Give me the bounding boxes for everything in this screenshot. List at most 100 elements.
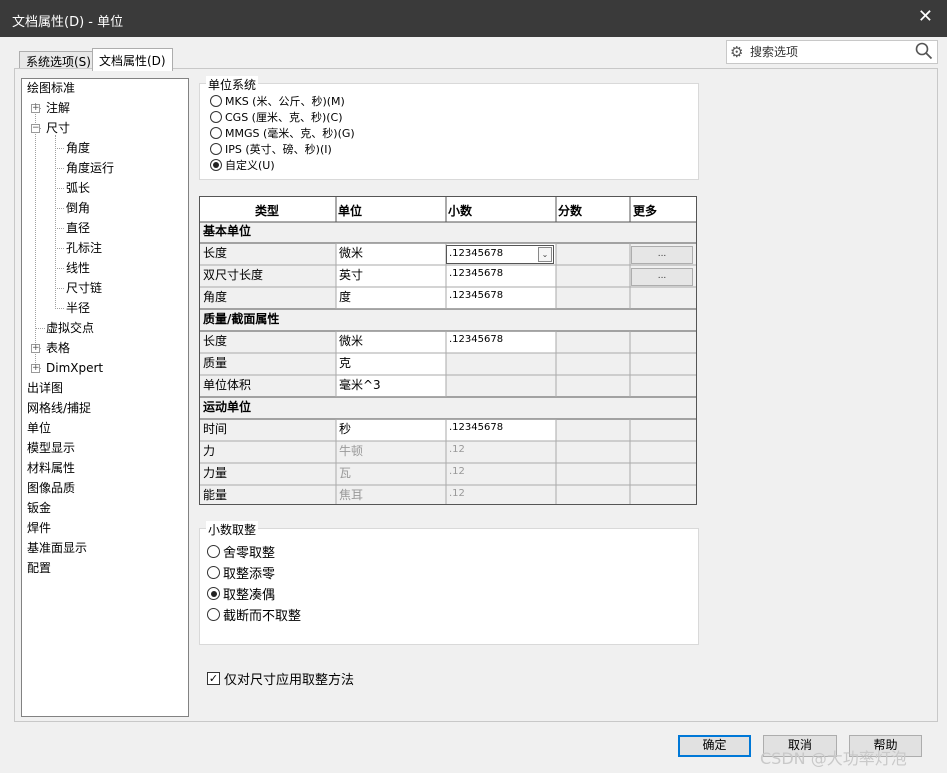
tree-item-units[interactable]: 单位: [27, 421, 51, 435]
row-power-decimals: .12: [449, 466, 465, 477]
section-motion-units: 运动单位: [203, 400, 252, 414]
header-unit: 单位: [338, 204, 363, 218]
tree-item-dimensions[interactable]: 尺寸: [46, 121, 70, 135]
tree-item-chamfer[interactable]: 倒角: [66, 201, 90, 215]
radio-mmgs[interactable]: MMGS (毫米、克、秒)(G): [210, 125, 355, 141]
tree-item-diameter[interactable]: 直径: [66, 221, 90, 235]
row-dual-length-type: 双尺寸长度: [203, 268, 264, 282]
tree-item-weldments[interactable]: 焊件: [27, 521, 51, 535]
row-force-decimals: .12: [449, 444, 465, 455]
radio-round-half-even-indicator[interactable]: [207, 587, 220, 600]
checkmark-icon[interactable]: ✓: [207, 672, 220, 685]
row-dual-length-more-button[interactable]: ...: [631, 268, 693, 286]
row-angle-decimals[interactable]: .12345678: [449, 290, 503, 301]
gear-icon[interactable]: ⚙: [730, 43, 743, 61]
title-bar: 文档属性(D) - 单位 ✕: [0, 0, 947, 37]
radio-custom-label: 自定义(U): [225, 159, 275, 172]
radio-custom[interactable]: 自定义(U): [210, 157, 275, 173]
radio-cgs-label: CGS (厘米、克、秒)(C): [225, 111, 343, 124]
radio-cgs[interactable]: CGS (厘米、克、秒)(C): [210, 109, 343, 125]
unit-system-title: 单位系统: [206, 76, 259, 93]
radio-round-half-away-label: 舍零取整: [223, 546, 276, 561]
chevron-down-icon[interactable]: ⌄: [538, 247, 552, 262]
radio-round-half-up-label: 取整添零: [223, 567, 276, 582]
tree-item-plane-display[interactable]: 基准面显示: [27, 541, 87, 555]
tree-item-arc-length[interactable]: 弧长: [66, 181, 90, 195]
radio-ips[interactable]: IPS (英寸、磅、秒)(I): [210, 141, 332, 157]
search-input[interactable]: [748, 43, 908, 61]
tree-item-annotations[interactable]: 注解: [46, 101, 70, 115]
row-time-unit[interactable]: 秒: [339, 420, 351, 437]
radio-truncate-indicator[interactable]: [207, 608, 220, 621]
tree-item-model-display[interactable]: 模型显示: [27, 441, 75, 455]
row-dual-length-decimals[interactable]: .12345678: [449, 268, 503, 279]
search-icon[interactable]: [915, 42, 933, 65]
row-volume-type: 单位体积: [203, 378, 252, 392]
tree-item-dimension-chain[interactable]: 尺寸链: [66, 281, 102, 295]
radio-cgs-indicator[interactable]: [210, 111, 222, 123]
row-length-more-button[interactable]: ...: [631, 246, 693, 264]
tree-item-angle-running[interactable]: 角度运行: [66, 161, 114, 175]
tree-item-tables[interactable]: 表格: [46, 341, 70, 355]
unit-table-gridlines: [200, 197, 696, 504]
radio-mmgs-indicator[interactable]: [210, 127, 222, 139]
row-force-type: 力: [203, 444, 216, 458]
tree-item-dimxpert[interactable]: DimXpert: [46, 361, 103, 375]
options-tree: + − + + 绘图标准 注解 尺寸 角度 角度运行 弧长 倒角 直径 孔标注 …: [21, 78, 189, 717]
radio-custom-indicator[interactable]: [210, 159, 222, 171]
radio-round-half-away[interactable]: 舍零取整: [207, 542, 275, 561]
radio-round-half-up[interactable]: 取整添零: [207, 563, 275, 582]
row-mass-length-decimals[interactable]: .12345678: [449, 334, 503, 345]
row-time-type: 时间: [203, 422, 228, 436]
row-length-unit[interactable]: 微米: [339, 244, 363, 261]
tree-item-material-properties[interactable]: 材料属性: [27, 461, 75, 475]
tree-item-virtual-sharps[interactable]: 虚拟交点: [46, 321, 94, 335]
row-power-type: 力量: [203, 466, 228, 480]
tab-document-properties[interactable]: 文档属性(D): [92, 48, 173, 71]
tab-system-options[interactable]: 系统选项(S): [19, 51, 98, 69]
radio-truncate[interactable]: 截断而不取整: [207, 605, 301, 624]
row-energy-decimals: .12: [449, 488, 465, 499]
tree-item-detailing[interactable]: 出详图: [27, 381, 63, 395]
tree-item-sheet-metal[interactable]: 钣金: [27, 501, 51, 515]
radio-round-half-even[interactable]: 取整凑偶: [207, 584, 275, 603]
tree-item-grid-snap[interactable]: 网格线/捕捉: [27, 401, 91, 415]
row-angle-unit[interactable]: 度: [339, 288, 351, 305]
expand-dimxpert-icon[interactable]: +: [31, 364, 40, 373]
section-mass-section-properties: 质量/截面属性: [203, 312, 280, 326]
row-mass-length-unit[interactable]: 微米: [339, 332, 363, 349]
row-mass-type: 质量: [203, 356, 228, 370]
row-volume-unit[interactable]: 毫米^3: [339, 376, 381, 393]
row-mass-length-type: 长度: [203, 334, 228, 348]
row-length-decimals-value: .12345678: [449, 248, 504, 259]
tree-item-image-quality[interactable]: 图像品质: [27, 481, 75, 495]
tree-item-configurations[interactable]: 配置: [27, 561, 51, 575]
radio-ips-indicator[interactable]: [210, 143, 222, 155]
ok-button[interactable]: 确定: [678, 735, 751, 757]
tree-item-hole-callout[interactable]: 孔标注: [66, 241, 102, 255]
collapse-dimensions-icon[interactable]: −: [31, 124, 40, 133]
tree-item-angle[interactable]: 角度: [66, 141, 90, 155]
row-mass-unit[interactable]: 克: [339, 354, 351, 371]
header-more: 更多: [633, 204, 658, 218]
close-icon[interactable]: ✕: [918, 8, 933, 26]
radio-round-half-away-indicator[interactable]: [207, 545, 220, 558]
tree-item-drafting-standard[interactable]: 绘图标准: [27, 81, 75, 95]
apply-rounding-dimensions-label: 仅对尺寸应用取整方法: [224, 673, 355, 688]
expand-tables-icon[interactable]: +: [31, 344, 40, 353]
row-dual-length-unit[interactable]: 英寸: [339, 266, 363, 283]
radio-mks[interactable]: MKS (米、公斤、秒)(M): [210, 93, 345, 109]
header-fractions: 分数: [558, 204, 583, 218]
expand-annotations-icon[interactable]: +: [31, 104, 40, 113]
radio-mks-indicator[interactable]: [210, 95, 222, 107]
radio-ips-label: IPS (英寸、磅、秒)(I): [225, 143, 332, 156]
row-length-decimals-select[interactable]: .12345678 ⌄: [446, 245, 554, 264]
apply-rounding-dimensions-checkbox[interactable]: ✓ 仅对尺寸应用取整方法: [207, 669, 354, 688]
header-decimals: 小数: [448, 204, 473, 218]
tree-item-radius[interactable]: 半径: [66, 301, 90, 315]
radio-round-half-up-indicator[interactable]: [207, 566, 220, 579]
section-basic-units: 基本单位: [203, 224, 252, 238]
radio-round-half-even-label: 取整凑偶: [223, 588, 276, 603]
row-time-decimals[interactable]: .12345678: [449, 422, 503, 433]
tree-item-linear[interactable]: 线性: [66, 261, 90, 275]
